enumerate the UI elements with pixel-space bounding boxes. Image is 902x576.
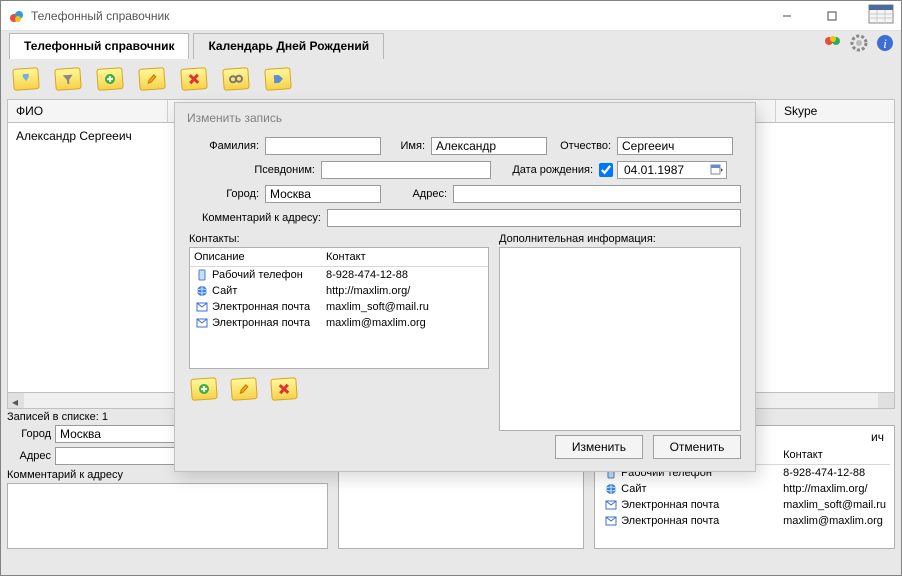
phone-icon xyxy=(194,268,210,282)
contact-edit-button[interactable] xyxy=(229,375,259,403)
city-input[interactable] xyxy=(265,185,381,203)
contact-row[interactable]: Электронная почта maxlim_soft@mail.ru xyxy=(599,497,890,513)
extra-info-textarea[interactable] xyxy=(499,247,741,431)
mail-icon xyxy=(194,316,210,330)
contacts-label: Контакты: xyxy=(189,233,489,245)
app-icon xyxy=(9,8,25,24)
maximize-button[interactable] xyxy=(809,2,854,30)
contacts-col-contact: Контакт xyxy=(783,449,886,461)
globe-icon xyxy=(603,482,619,496)
addr-comment-input[interactable] xyxy=(327,209,741,227)
addr-comment-label: Комментарий к адресу: xyxy=(189,212,323,224)
toolbar-search-button[interactable] xyxy=(221,65,251,93)
city-label: Город xyxy=(7,428,55,440)
dialog-title: Изменить запись xyxy=(175,103,755,133)
name-input[interactable] xyxy=(431,137,547,155)
toolbar-tag-button[interactable] xyxy=(263,65,293,93)
contact-row[interactable]: Сайт http://maxlim.org/ xyxy=(599,481,890,497)
minimize-button[interactable] xyxy=(764,2,809,30)
name-label: Имя: xyxy=(385,140,427,152)
col-skype[interactable]: Skype xyxy=(776,100,894,122)
patronymic-label: Отчество: xyxy=(551,140,613,152)
comment-box[interactable] xyxy=(7,483,328,549)
contact-delete-button[interactable] xyxy=(269,375,299,403)
surname-label: Фамилия: xyxy=(189,140,261,152)
col-fio[interactable]: ФИО xyxy=(8,100,168,122)
address-label: Адрес xyxy=(7,450,55,462)
calendar-icon[interactable] xyxy=(868,2,896,26)
nick-input[interactable] xyxy=(321,161,491,179)
main-window: Телефонный справочник Телефонный справоч… xyxy=(0,0,902,576)
balloons-icon[interactable] xyxy=(823,33,843,53)
titlebar: Телефонный справочник xyxy=(1,1,901,31)
mail-icon xyxy=(603,514,619,528)
contact-add-button[interactable] xyxy=(189,375,219,403)
main-toolbar xyxy=(1,59,901,99)
cancel-button[interactable]: Отменить xyxy=(653,435,741,459)
extra-info-label: Дополнительная информация: xyxy=(499,233,741,245)
suffix-text: ич xyxy=(871,430,884,444)
tab-phonebook[interactable]: Телефонный справочник xyxy=(9,33,189,59)
birthdate-label: Дата рождения: xyxy=(495,164,595,176)
nick-label: Псевдоним: xyxy=(189,164,317,176)
birthdate-checkbox[interactable] xyxy=(599,163,613,177)
window-title: Телефонный справочник xyxy=(31,9,764,23)
toolbar-edit-button[interactable] xyxy=(137,65,167,93)
patronymic-input[interactable] xyxy=(617,137,733,155)
gear-icon[interactable] xyxy=(849,33,869,53)
globe-icon xyxy=(194,284,210,298)
toolbar-funnel-button[interactable] xyxy=(53,65,83,93)
info-icon[interactable]: i xyxy=(875,33,895,53)
toolbar-add-button[interactable] xyxy=(95,65,125,93)
contact-row[interactable]: Электронная почта maxlim@maxlim.org xyxy=(599,513,890,529)
birthdate-input[interactable]: 04.01.1987 xyxy=(617,161,727,179)
dialog-contacts-list[interactable]: Описание Контакт Рабочий телефон 8-928-4… xyxy=(189,247,489,369)
city-label-dialog: Город: xyxy=(189,188,261,200)
mail-icon xyxy=(603,498,619,512)
edit-record-dialog: Изменить запись Фамилия: Имя: Отчество: … xyxy=(174,102,756,472)
address-label-dialog: Адрес: xyxy=(385,188,449,200)
tab-calendar[interactable]: Календарь Дней Рождений xyxy=(193,33,384,59)
surname-input[interactable] xyxy=(265,137,381,155)
mail-icon xyxy=(194,300,210,314)
toolbar-filter-button[interactable] xyxy=(11,65,41,93)
svg-text:i: i xyxy=(883,36,887,51)
save-button[interactable]: Изменить xyxy=(555,435,643,459)
calendar-dropdown-icon[interactable] xyxy=(710,164,724,176)
address-input[interactable] xyxy=(453,185,741,203)
toolbar-delete-button[interactable] xyxy=(179,65,209,93)
main-tabs: Телефонный справочник Календарь Дней Рож… xyxy=(1,31,901,59)
